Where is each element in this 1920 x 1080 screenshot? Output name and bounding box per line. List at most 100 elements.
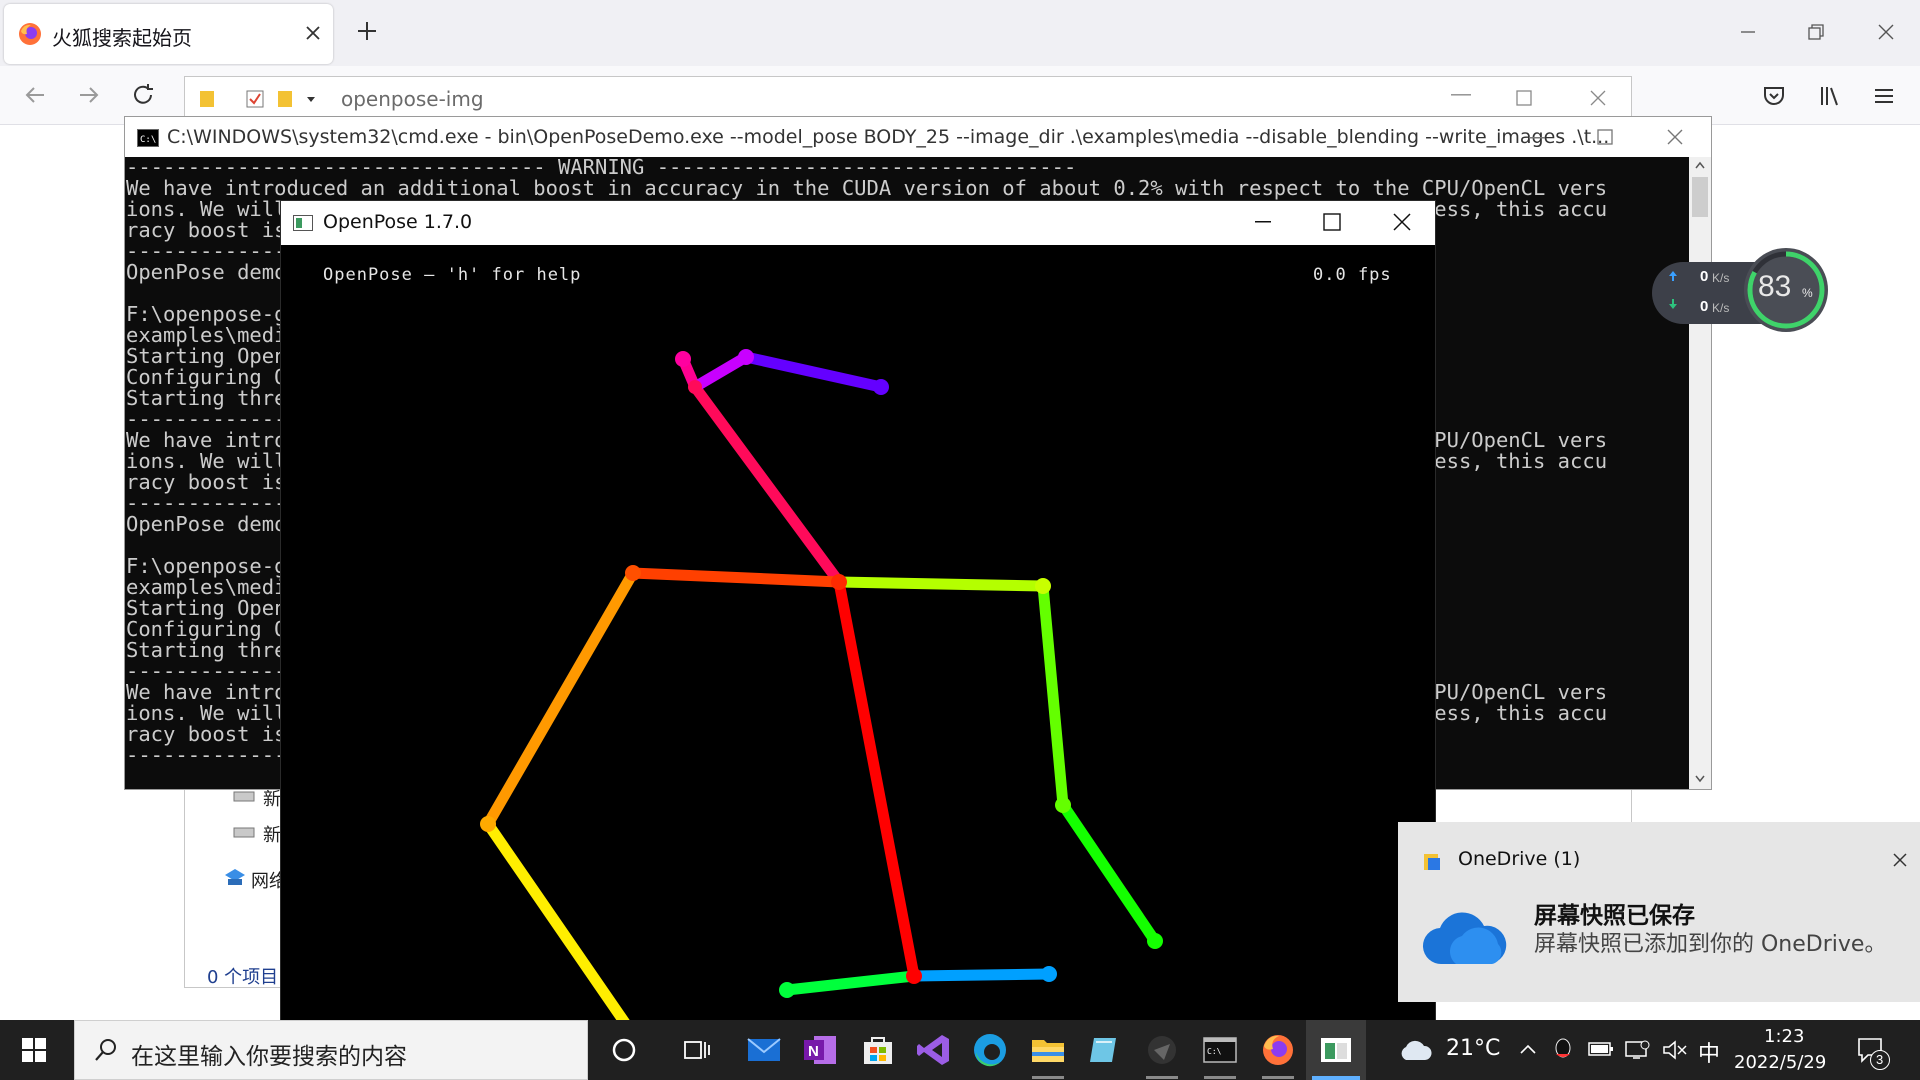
drive-icon: [233, 825, 255, 839]
network-icon[interactable]: [1624, 1038, 1650, 1062]
battery-icon[interactable]: [1588, 1040, 1614, 1058]
taskbar-search-box[interactable]: 在这里输入你要搜索的内容: [74, 1020, 588, 1080]
task-view-icon[interactable]: [676, 1030, 716, 1070]
clock-date[interactable]: 2022/5/29: [1734, 1052, 1826, 1073]
explorer-maximize-icon[interactable]: [1515, 89, 1533, 107]
scroll-down-icon[interactable]: [1695, 775, 1705, 783]
joint-right-eye: [675, 351, 691, 367]
joint-left-hip: [1041, 966, 1057, 982]
windows-start-icon[interactable]: [22, 1038, 46, 1062]
volume-muted-icon[interactable]: [1662, 1038, 1688, 1062]
file-explorer-icon[interactable]: [1028, 1030, 1068, 1079]
menu-icon[interactable]: [1872, 84, 1896, 108]
cmd-close-icon[interactable]: [1667, 129, 1683, 145]
svg-text:N: N: [808, 1043, 819, 1060]
open-indicator: [1146, 1076, 1178, 1079]
toast-app-name: OneDrive (1): [1458, 848, 1581, 870]
qq-icon[interactable]: [1552, 1038, 1574, 1062]
scroll-up-icon[interactable]: [1695, 161, 1705, 169]
limb-neck-nose: [689, 381, 845, 588]
cpu-gauge: 83 %: [1744, 248, 1828, 332]
openpose-window-icon: [1316, 1030, 1356, 1070]
skeleton-limbs: [480, 349, 1163, 1049]
minimize-window-icon[interactable]: [1738, 22, 1758, 42]
joint-right-elbow: [480, 816, 496, 832]
library-icon[interactable]: [1818, 84, 1842, 108]
explorer-close-icon[interactable]: [1589, 89, 1607, 107]
svg-text:C:\: C:\: [1207, 1047, 1222, 1056]
joint-right-shoulder: [625, 565, 641, 581]
toast-close-icon[interactable]: [1892, 852, 1908, 868]
onedrive-cloud-icon: [1422, 908, 1508, 968]
limb-right-elbow-wrist: [482, 818, 650, 1049]
notification-badge: 3: [1870, 1050, 1890, 1070]
new-tab-icon[interactable]: [354, 18, 380, 44]
network-speed-widget[interactable]: 0 K/s 0 K/s 83 %: [1652, 248, 1828, 336]
firefox-icon: [18, 22, 42, 46]
limb-left-elbow-wrist: [1057, 799, 1161, 947]
checklist-icon: [245, 89, 265, 109]
open-indicator: [1204, 1076, 1236, 1079]
limb-right-shoulder-elbow: [482, 567, 639, 830]
folder-icon: [277, 89, 293, 109]
weather-temp[interactable]: 21°C: [1446, 1036, 1500, 1061]
scroll-thumb[interactable]: [1692, 177, 1708, 217]
cmd-maximize-icon[interactable]: [1597, 129, 1613, 145]
visual-studio-icon[interactable]: [914, 1030, 954, 1070]
reload-icon[interactable]: [130, 82, 156, 108]
chevron-up-icon[interactable]: [1518, 1040, 1538, 1060]
app-dark-icon[interactable]: [1142, 1030, 1182, 1079]
browser-tab-bar: 火狐搜索起始页: [0, 0, 1920, 66]
close-tab-icon[interactable]: [304, 24, 322, 42]
limb-nose-left-eye: [689, 351, 752, 393]
onenote-icon[interactable]: N: [800, 1030, 840, 1070]
cmd-app-icon: C:\: [137, 129, 159, 147]
notification-count: 3: [1876, 1052, 1884, 1067]
close-window-icon[interactable]: [1876, 22, 1896, 42]
item-count: 0 个项目: [207, 967, 279, 988]
download-arrow-icon: [1668, 298, 1678, 310]
weather-cloud-icon[interactable]: [1398, 1038, 1432, 1062]
download-speed: 0: [1700, 298, 1709, 315]
upload-arrow-icon: [1668, 270, 1678, 282]
openpose-taskbar-button[interactable]: [1306, 1020, 1366, 1080]
taskbar: 在这里输入你要搜索的内容 N C:\ 21°C 中 1:23 2022/5/29…: [0, 1020, 1920, 1080]
restore-window-icon[interactable]: [1806, 22, 1826, 42]
edge-icon[interactable]: [970, 1030, 1010, 1070]
ime-indicator[interactable]: 中: [1698, 1036, 1720, 1068]
explorer-minimize-icon[interactable]: —: [1451, 83, 1471, 106]
upload-unit: K/s: [1712, 271, 1730, 285]
joint-left-shoulder: [1035, 578, 1051, 594]
cortana-icon[interactable]: [604, 1030, 644, 1070]
openpose-window: OpenPose 1.7.0 OpenPose — 'h' for help 0…: [280, 200, 1436, 1050]
joint-midhip: [906, 968, 922, 984]
limb-left-shoulder-elbow: [1037, 580, 1069, 811]
search-icon: [93, 1037, 119, 1063]
store-icon[interactable]: [858, 1030, 898, 1070]
limb-midhip-left-hip: [908, 968, 1055, 982]
active-indicator: [1312, 1076, 1360, 1080]
joint-left-ear: [873, 379, 889, 395]
pocket-icon[interactable]: [1762, 84, 1786, 108]
nav-item-drive[interactable]: 新: [263, 821, 281, 847]
clock-time[interactable]: 1:23: [1764, 1026, 1804, 1047]
joint-nose: [688, 380, 702, 394]
cmd-titlebar[interactable]: C:\ C:\WINDOWS\system32\cmd.exe - bin\Op…: [125, 117, 1711, 157]
cmd-minimize-icon[interactable]: [1529, 137, 1545, 139]
limb-left-eye-ear: [740, 351, 887, 393]
terminal-icon[interactable]: C:\: [1200, 1030, 1240, 1079]
browser-tab[interactable]: 火狐搜索起始页: [4, 4, 333, 64]
notepad-icon[interactable]: [1084, 1030, 1124, 1070]
limb-neck-left-shoulder: [833, 576, 1049, 592]
mail-icon[interactable]: [744, 1030, 784, 1070]
dropdown-arrow-icon[interactable]: [305, 93, 317, 105]
search-placeholder: 在这里输入你要搜索的内容: [131, 1044, 407, 1070]
firefox-taskbar-icon[interactable]: [1258, 1030, 1298, 1079]
drive-icon: [233, 789, 255, 803]
pose-canvas: OpenPose — 'h' for help 0.0 fps: [281, 245, 1435, 1049]
onedrive-notification[interactable]: OneDrive (1) 屏幕快照已保存 屏幕快照已添加到你的 OneDrive…: [1398, 822, 1920, 1002]
limb-neck-right-shoulder: [627, 567, 845, 588]
back-arrow-icon[interactable]: [22, 82, 48, 108]
joint-right-hip: [779, 982, 795, 998]
forward-arrow-icon[interactable]: [76, 82, 102, 108]
